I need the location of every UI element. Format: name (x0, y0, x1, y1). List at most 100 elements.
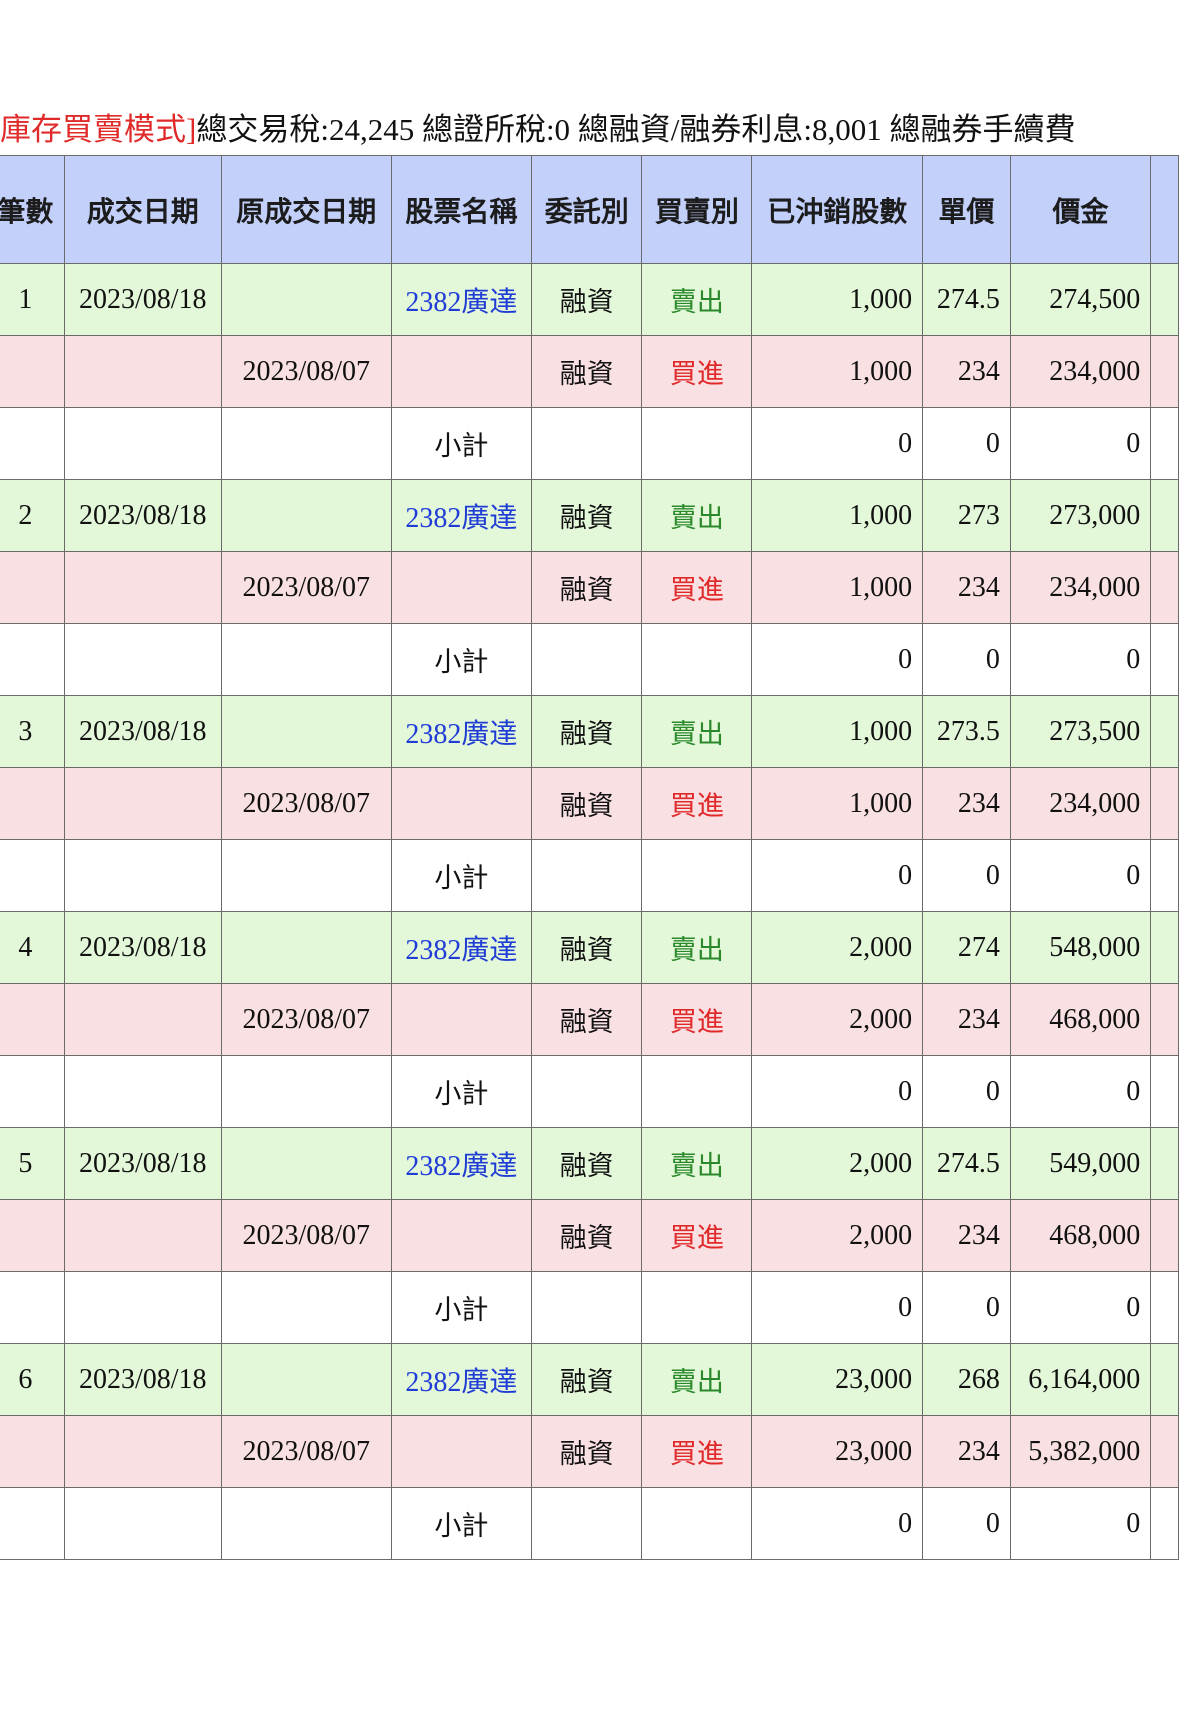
amount: 0 (1009, 623, 1152, 696)
table-row: 2023/08/07 融資 買進 1,000 234 234,000 (0, 335, 1179, 408)
trade-date (63, 335, 222, 408)
orig-date (220, 1271, 392, 1344)
extra-cell (1150, 551, 1179, 624)
trade-date (63, 1415, 222, 1488)
orig-date (220, 695, 392, 768)
table-header-row: 筆數 成交日期 原成交日期 股票名稱 委託別 買賣別 已沖銷股數 單價 價金 (0, 155, 1179, 264)
table-row: 2023/08/07 融資 買進 2,000 234 468,000 (0, 983, 1179, 1056)
subtotal-label: 小計 (390, 407, 533, 480)
trade-date (63, 983, 222, 1056)
shares: 2,000 (751, 911, 924, 984)
trade-date (63, 551, 222, 624)
order-type: 融資 (531, 263, 643, 336)
extra-cell (1150, 767, 1179, 840)
price: 0 (922, 407, 1011, 480)
shares: 0 (751, 1055, 924, 1128)
amount: 0 (1009, 1055, 1152, 1128)
extra-cell (1150, 335, 1179, 408)
side-sell: 賣出 (641, 1343, 753, 1416)
shares: 0 (751, 623, 924, 696)
stock-link[interactable]: 2382廣達 (405, 1367, 517, 1398)
price: 274.5 (922, 1127, 1011, 1200)
side (641, 1271, 753, 1344)
trade-table: 筆數 成交日期 原成交日期 股票名稱 委託別 買賣別 已沖銷股數 單價 價金 1… (0, 155, 1179, 1560)
orig-date (220, 1055, 392, 1128)
row-no (0, 767, 65, 840)
amount: 273,500 (1009, 695, 1152, 768)
trade-date: 2023/08/18 (63, 263, 222, 336)
stock-cell (390, 1415, 533, 1488)
price: 234 (922, 1415, 1011, 1488)
shares: 0 (751, 1487, 924, 1560)
shares: 1,000 (751, 263, 924, 336)
order-type: 融資 (531, 983, 643, 1056)
extra-cell (1150, 407, 1179, 480)
amount: 0 (1009, 407, 1152, 480)
price: 234 (922, 551, 1011, 624)
subtotal-label: 小計 (390, 1271, 533, 1344)
amount: 468,000 (1009, 983, 1152, 1056)
side-buy: 買進 (641, 1199, 753, 1272)
side (641, 623, 753, 696)
stock-cell (390, 335, 533, 408)
order-type (531, 839, 643, 912)
amount: 274,500 (1009, 263, 1152, 336)
stock-cell (390, 983, 533, 1056)
table-row: 2 2023/08/18 2382廣達 融資 賣出 1,000 273 273,… (0, 479, 1179, 552)
header-price: 單價 (922, 155, 1011, 264)
price: 274 (922, 911, 1011, 984)
side-sell: 賣出 (641, 1127, 753, 1200)
trade-date (63, 1199, 222, 1272)
table-row: 2023/08/07 融資 買進 1,000 234 234,000 (0, 767, 1179, 840)
shares: 0 (751, 407, 924, 480)
order-type: 融資 (531, 911, 643, 984)
row-no (0, 335, 65, 408)
shares: 1,000 (751, 479, 924, 552)
stock-link[interactable]: 2382廣達 (405, 935, 517, 966)
header-orig-date: 原成交日期 (220, 155, 392, 264)
header-order-type: 委託別 (531, 155, 643, 264)
summary-line: 庫存買賣模式]總交易稅:24,245 總證所稅:0 總融資/融券利息:8,001… (0, 108, 1179, 152)
orig-date (220, 1127, 392, 1200)
table-row: 小計 0 0 0 (0, 623, 1179, 696)
table-row: 小計 0 0 0 (0, 1271, 1179, 1344)
orig-date (220, 623, 392, 696)
extra-cell (1150, 1487, 1179, 1560)
row-no (0, 407, 65, 480)
order-type: 融資 (531, 551, 643, 624)
header-stock-name: 股票名稱 (390, 155, 533, 264)
extra-cell (1150, 1271, 1179, 1344)
trade-date (63, 839, 222, 912)
stock-link[interactable]: 2382廣達 (405, 719, 517, 750)
subtotal-label: 小計 (390, 1487, 533, 1560)
price: 273.5 (922, 695, 1011, 768)
header-extra (1150, 155, 1179, 264)
subtotal-label: 小計 (390, 1055, 533, 1128)
amount: 5,382,000 (1009, 1415, 1152, 1488)
price: 234 (922, 767, 1011, 840)
row-no (0, 623, 65, 696)
row-no (0, 983, 65, 1056)
extra-cell (1150, 1127, 1179, 1200)
row-no (0, 1415, 65, 1488)
row-no: 2 (0, 479, 65, 552)
row-no (0, 1487, 65, 1560)
row-no (0, 839, 65, 912)
order-type (531, 1487, 643, 1560)
row-no: 5 (0, 1127, 65, 1200)
side-buy: 買進 (641, 767, 753, 840)
table-row: 2023/08/07 融資 買進 1,000 234 234,000 (0, 551, 1179, 624)
stock-link[interactable]: 2382廣達 (405, 287, 517, 318)
order-type (531, 1271, 643, 1344)
shares: 2,000 (751, 1127, 924, 1200)
trade-date: 2023/08/18 (63, 695, 222, 768)
shares: 1,000 (751, 551, 924, 624)
stock-link[interactable]: 2382廣達 (405, 1151, 517, 1182)
order-type: 融資 (531, 1415, 643, 1488)
row-no: 4 (0, 911, 65, 984)
row-no (0, 1271, 65, 1344)
stock-link[interactable]: 2382廣達 (405, 503, 517, 534)
extra-cell (1150, 623, 1179, 696)
side (641, 1487, 753, 1560)
extra-cell (1150, 1343, 1179, 1416)
